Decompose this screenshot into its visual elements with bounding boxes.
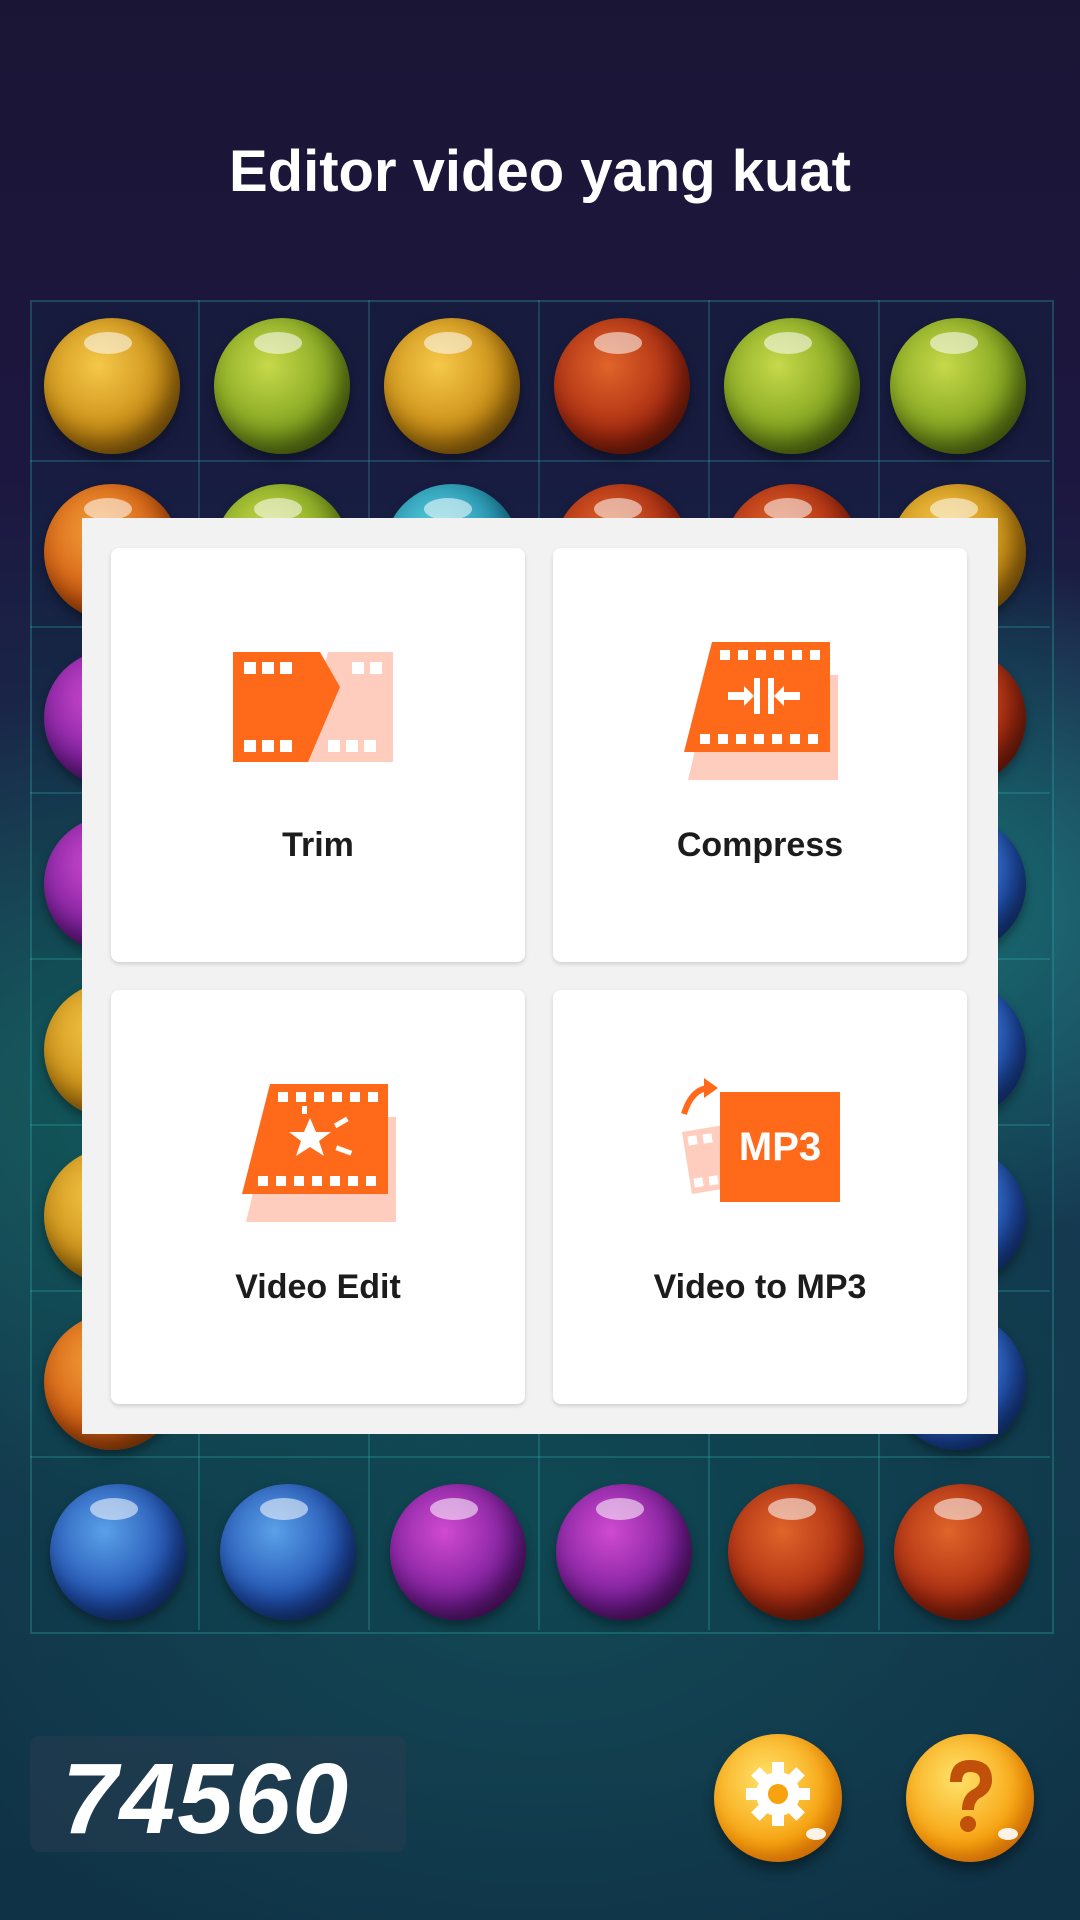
trim-label: Trim [282,826,354,864]
game-ball[interactable] [724,318,860,454]
page-title: Editor video yang kuat [229,139,851,204]
game-ball[interactable] [384,318,520,454]
feature-menu-panel: Trim Compress Video Edit MP3 Video to MP… [82,518,998,1434]
game-ball[interactable] [554,318,690,454]
game-ball[interactable] [556,1484,692,1620]
mp3-badge: MP3 [739,1125,821,1169]
settings-button[interactable] [714,1734,842,1862]
game-ball[interactable] [728,1484,864,1620]
game-ball[interactable] [390,1484,526,1620]
game-ball[interactable] [44,318,180,454]
help-button[interactable] [906,1734,1034,1862]
game-ball[interactable] [894,1484,1030,1620]
grid-line [30,460,1050,462]
video-to-mp3-icon: MP3 [681,1078,840,1202]
trim-icon [233,652,393,762]
game-ball[interactable] [890,318,1026,454]
game-ball[interactable] [214,318,350,454]
grid-line [30,1456,1050,1458]
compress-card[interactable]: Compress [553,548,967,962]
question-icon [950,1760,1018,1840]
compress-label: Compress [676,826,844,864]
trim-card[interactable]: Trim [111,548,525,962]
video-to-mp3-card[interactable]: MP3 Video to MP3 [553,990,967,1404]
compress-icon [684,642,838,780]
score-value: 74560 [62,1743,351,1855]
video-edit-card[interactable]: Video Edit [111,990,525,1404]
game-ball[interactable] [50,1484,186,1620]
game-ball[interactable] [220,1484,356,1620]
video-edit-label: Video Edit [235,1268,401,1306]
video-edit-icon [242,1084,396,1222]
video-to-mp3-label: Video to MP3 [653,1268,867,1306]
gear-icon [746,1762,826,1840]
